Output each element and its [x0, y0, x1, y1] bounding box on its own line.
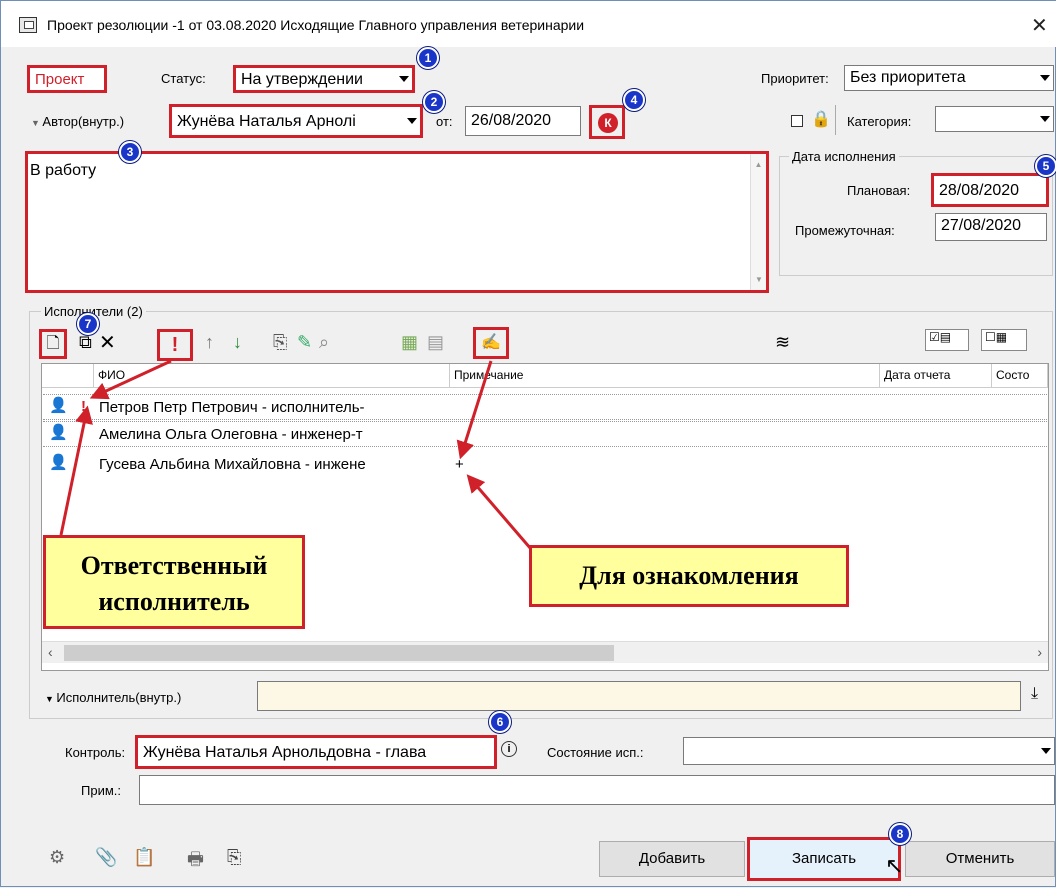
callout-responsible: Ответственный исполнитель: [43, 535, 305, 629]
badge-4: 4: [623, 89, 645, 111]
badge-1: 1: [417, 47, 439, 69]
arrow-review-to-plus: [456, 360, 493, 460]
resolution-window: Проект резолюции -1 от 03.08.2020 Исходя…: [0, 0, 1056, 887]
callout-for-review: Для ознакомления: [529, 545, 849, 607]
arrow-callout-to-plus: [466, 474, 533, 550]
badge-7: 7: [77, 313, 99, 335]
badge-2: 2: [423, 91, 445, 113]
badge-8: 8: [889, 823, 911, 845]
badge-6: 6: [489, 711, 511, 733]
annotation-arrows: [59, 359, 533, 550]
arrow-to-mark: [89, 359, 172, 400]
badge-3: 3: [119, 141, 141, 163]
badge-5: 5: [1035, 155, 1056, 177]
arrow-callout-to-mark: [59, 405, 93, 536]
